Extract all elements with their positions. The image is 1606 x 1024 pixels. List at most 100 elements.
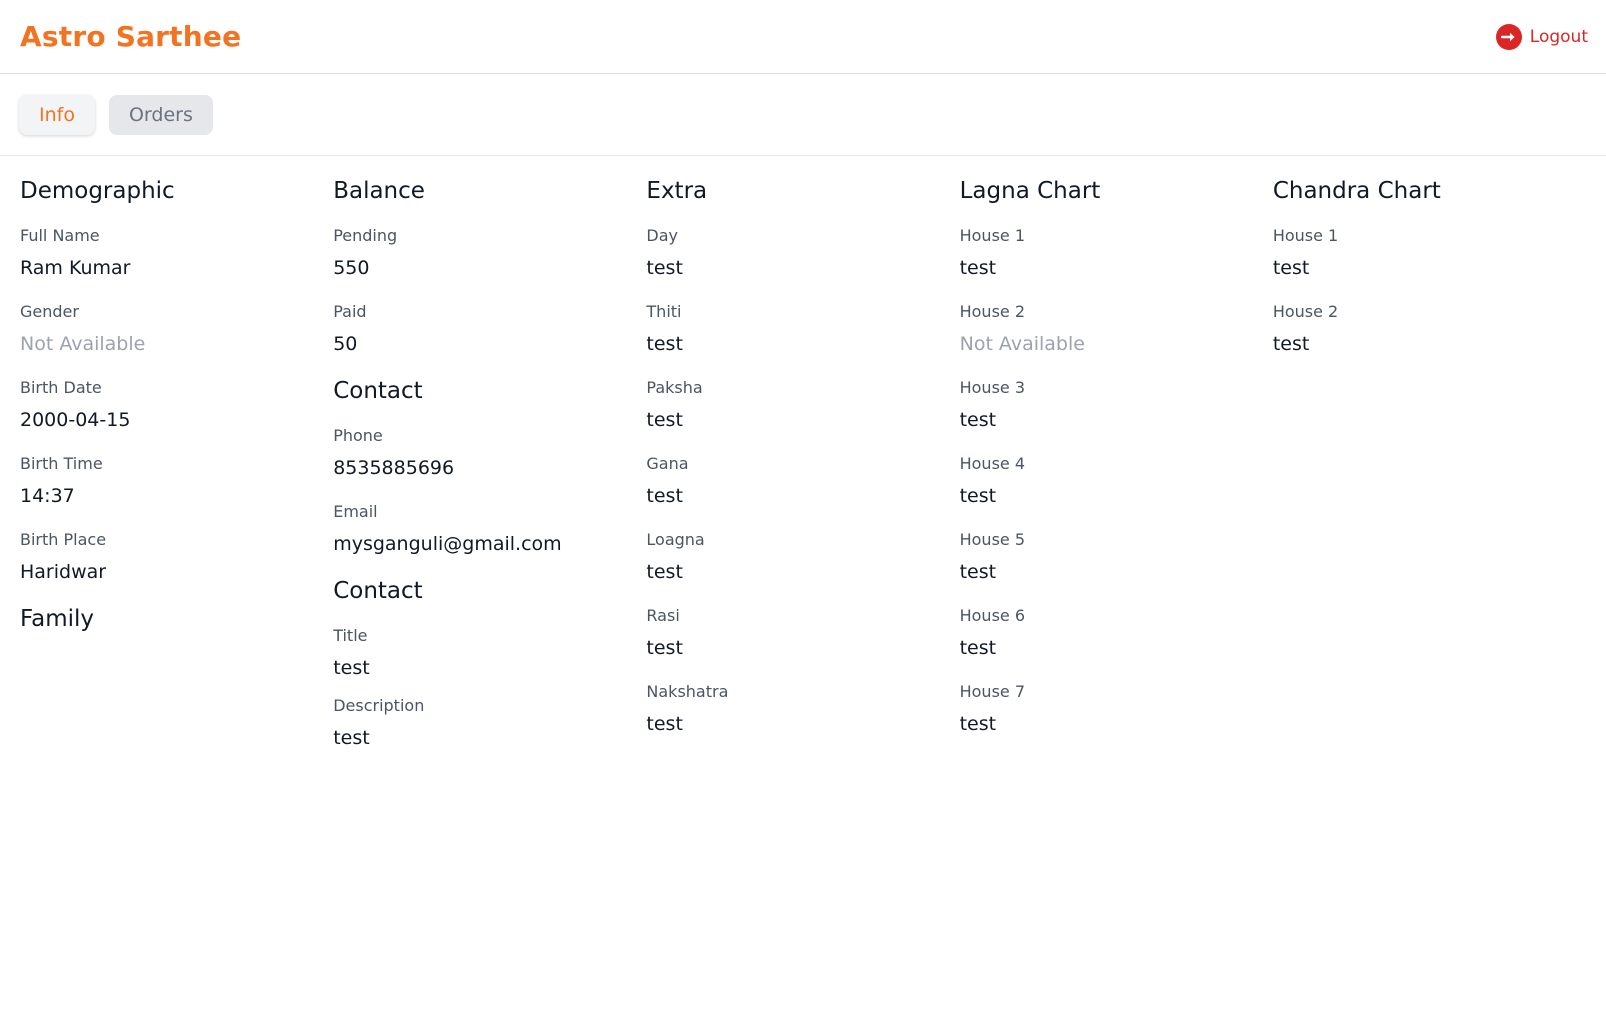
birth-date-field: Birth Date 2000-04-15	[20, 378, 317, 432]
description-value: test	[333, 727, 370, 749]
tab-orders[interactable]: Orders	[108, 94, 213, 135]
paksha-field: Paksha test	[646, 378, 943, 432]
field-label: Email	[333, 502, 378, 521]
field-label: Gender	[20, 302, 79, 321]
field-label: Pending	[333, 226, 398, 245]
lagna-chart-column: Lagna Chart House 1 test House 2 Not Ava…	[960, 156, 1273, 772]
chandra-chart-title: Chandra Chart	[1272, 178, 1441, 204]
tab-info[interactable]: Info	[19, 94, 95, 135]
house-value: test	[959, 409, 997, 431]
house-value: test	[1272, 257, 1310, 279]
pending-value: 550	[333, 257, 370, 279]
house-value: Not Available	[959, 333, 1085, 355]
field-label: Phone	[333, 426, 383, 445]
house-value: test	[959, 257, 997, 279]
house-value: test	[959, 561, 997, 583]
birth-place-field: Birth Place Haridwar	[20, 530, 317, 584]
field-label: Rasi	[646, 606, 680, 625]
gana-field: Gana test	[646, 454, 943, 508]
logout-icon	[1495, 23, 1522, 50]
lagna-house-3: House 3 test	[960, 378, 1257, 432]
loagna-field: Loagna test	[646, 530, 943, 584]
brand-logo[interactable]: Astro Sarthee	[20, 20, 241, 53]
email-field: Email mysganguli@gmail.com	[333, 502, 630, 556]
rasi-field: Rasi test	[646, 606, 943, 660]
day-field: Day test	[646, 226, 943, 280]
demographic-title: Demographic	[20, 178, 175, 204]
full-name-field: Full Name Ram Kumar	[20, 226, 317, 280]
field-label: House 1	[959, 226, 1026, 245]
title-value: test	[333, 657, 370, 679]
info-content: Demographic Full Name Ram Kumar Gender N…	[0, 156, 1606, 772]
contact-secondary-title: Contact	[333, 578, 423, 604]
house-value: test	[959, 713, 997, 735]
nakshatra-field: Nakshatra test	[646, 682, 943, 736]
description-field: Description test	[333, 696, 630, 750]
lagna-house-1: House 1 test	[960, 226, 1257, 280]
top-bar: Astro Sarthee Logout	[0, 0, 1606, 74]
lagna-house-7: House 7 test	[960, 682, 1257, 736]
field-label: Birth Place	[20, 530, 107, 549]
birth-date-value: 2000-04-15	[20, 409, 131, 431]
gender-field: Gender Not Available	[20, 302, 317, 356]
field-label: House 1	[1272, 226, 1339, 245]
house-value: test	[1272, 333, 1310, 355]
gender-value: Not Available	[20, 333, 146, 355]
logout-button[interactable]: Logout	[1495, 23, 1588, 50]
field-label: Loagna	[646, 530, 705, 549]
title-field: Title test	[333, 626, 630, 680]
gana-value: test	[646, 485, 683, 507]
field-label: Nakshatra	[646, 682, 729, 701]
birth-time-value: 14:37	[20, 485, 75, 507]
extra-title: Extra	[646, 178, 708, 204]
field-label: Birth Time	[20, 454, 103, 473]
house-value: test	[959, 485, 997, 507]
phone-value: 8535885696	[333, 457, 455, 479]
field-label: Gana	[646, 454, 689, 473]
field-label: Paid	[333, 302, 367, 321]
balance-column: Balance Pending 550 Paid 50 Contact Phon…	[333, 156, 646, 772]
paid-value: 50	[333, 333, 358, 355]
tab-bar: Info Orders	[0, 74, 1606, 156]
lagna-chart-title: Lagna Chart	[959, 178, 1101, 204]
lagna-house-6: House 6 test	[960, 606, 1257, 660]
pending-field: Pending 550	[333, 226, 630, 280]
lagna-house-2: House 2 Not Available	[960, 302, 1257, 356]
field-label: House 7	[959, 682, 1026, 701]
field-label: House 5	[959, 530, 1026, 549]
chandra-house-2: House 2 test	[1273, 302, 1570, 356]
field-label: Thiti	[646, 302, 682, 321]
field-label: Paksha	[646, 378, 703, 397]
rasi-value: test	[646, 637, 683, 659]
chandra-house-1: House 1 test	[1273, 226, 1570, 280]
field-label: Full Name	[20, 226, 100, 245]
paksha-value: test	[646, 409, 683, 431]
field-label: House 3	[959, 378, 1026, 397]
thiti-value: test	[646, 333, 683, 355]
full-name-value: Ram Kumar	[20, 257, 131, 279]
birth-time-field: Birth Time 14:37	[20, 454, 317, 508]
lagna-house-4: House 4 test	[960, 454, 1257, 508]
day-value: test	[646, 257, 683, 279]
chandra-chart-column: Chandra Chart House 1 test House 2 test	[1273, 156, 1586, 772]
field-label: House 4	[959, 454, 1026, 473]
phone-field: Phone 8535885696	[333, 426, 630, 480]
balance-title: Balance	[333, 178, 425, 204]
field-label: Title	[333, 626, 368, 645]
field-label: House 6	[959, 606, 1026, 625]
logout-label: Logout	[1529, 26, 1588, 47]
family-title: Family	[20, 606, 95, 632]
lagna-house-5: House 5 test	[960, 530, 1257, 584]
field-label: House 2	[959, 302, 1026, 321]
extra-column: Extra Day test Thiti test Paksha test Ga…	[646, 156, 959, 772]
demographic-column: Demographic Full Name Ram Kumar Gender N…	[20, 156, 333, 772]
loagna-value: test	[646, 561, 683, 583]
nakshatra-value: test	[646, 713, 683, 735]
paid-field: Paid 50	[333, 302, 630, 356]
house-value: test	[959, 637, 997, 659]
field-label: Day	[646, 226, 678, 245]
field-label: Description	[333, 696, 425, 715]
field-label: House 2	[1272, 302, 1339, 321]
thiti-field: Thiti test	[646, 302, 943, 356]
birth-place-value: Haridwar	[20, 561, 107, 583]
